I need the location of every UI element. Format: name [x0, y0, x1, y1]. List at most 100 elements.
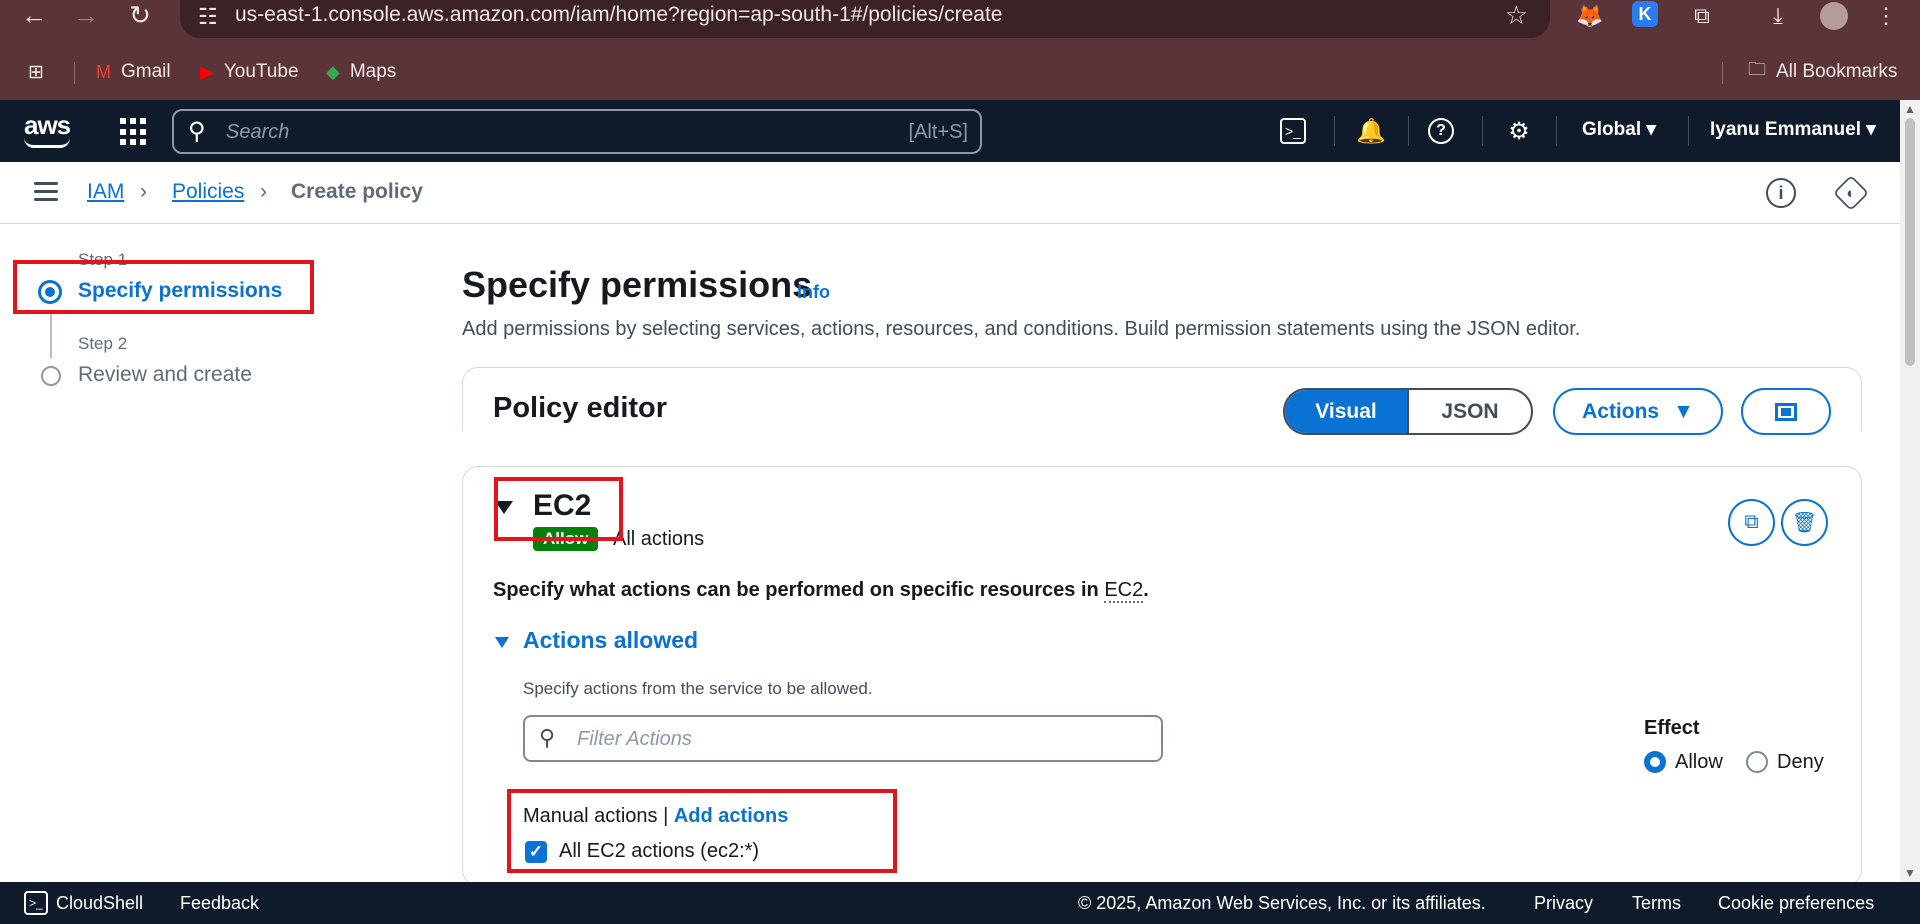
actions-allowed-header[interactable]: Actions allowed [523, 627, 698, 654]
effect-allow-radio[interactable] [1644, 751, 1666, 773]
cookie-preferences-link[interactable]: Cookie preferences [1718, 893, 1874, 914]
region-label: Global [1582, 119, 1642, 140]
notifications-bell-icon[interactable]: 🔔 [1354, 114, 1388, 148]
breadcrumb-bar: IAM › Policies › Create policy i ◐ [0, 162, 1900, 224]
caret-down-icon: ▾ [1646, 119, 1656, 140]
actions-allowed-hint: Specify actions from the service to be a… [523, 679, 873, 698]
effect-deny-radio[interactable] [1746, 751, 1768, 773]
youtube-icon: ▶ [200, 61, 214, 82]
back-arrow-icon[interactable]: ← [14, 0, 54, 30]
nav-divider [1408, 116, 1409, 146]
info-panel-icon[interactable]: i [1766, 178, 1796, 208]
aws-logo[interactable]: aws [24, 110, 71, 148]
cloudshell-link[interactable]: CloudShell [56, 893, 143, 914]
statement-summary: All actions [613, 528, 705, 550]
json-mode-button[interactable]: JSON [1407, 390, 1531, 433]
filter-actions-field[interactable]: ⚲ [523, 715, 1163, 762]
k-extension-icon[interactable]: K [1632, 1, 1658, 27]
chevron-right-icon: › [260, 180, 267, 203]
privacy-link[interactable]: Privacy [1534, 893, 1593, 914]
address-bar[interactable]: ☷ us-east-1.console.aws.amazon.com/iam/h… [180, 0, 1550, 38]
user-name: Iyanu Emmanuel [1710, 119, 1861, 140]
account-menu[interactable]: Iyanu Emmanuel ▾ [1710, 118, 1876, 141]
aws-search-box[interactable]: ⚲ Search [Alt+S] [172, 109, 982, 154]
all-bookmarks[interactable]: 🗀 All Bookmarks [1748, 58, 1897, 86]
breadcrumb-current: Create policy [291, 180, 423, 203]
info-link[interactable]: Info [797, 282, 830, 303]
fullscreen-icon [1775, 402, 1797, 421]
copyright-text: © 2025, Amazon Web Services, Inc. or its… [1078, 893, 1486, 913]
hamburger-menu-icon[interactable] [34, 182, 58, 206]
site-settings-icon[interactable]: ☷ [198, 4, 218, 30]
settings-gear-icon[interactable]: ⚙ [1502, 114, 1536, 148]
visual-mode-button[interactable]: Visual [1285, 390, 1407, 433]
highlight-ec2 [494, 477, 623, 541]
bookmark-label: Gmail [121, 61, 171, 82]
nav-divider [1334, 116, 1335, 146]
editor-mode-toggle: Visual JSON [1283, 388, 1533, 435]
policy-editor-card: Policy editor Visual JSON Actions ▼ [462, 367, 1862, 435]
effect-deny-label[interactable]: Deny [1777, 751, 1824, 774]
fullscreen-button[interactable] [1741, 388, 1831, 435]
search-shortcut: [Alt+S] [908, 121, 968, 143]
actions-dropdown-button[interactable]: Actions ▼ [1553, 388, 1723, 435]
bookmark-star-icon[interactable]: ☆ [1505, 0, 1528, 31]
bookmark-youtube[interactable]: ▶ YouTube [200, 58, 299, 86]
policy-editor-title: Policy editor [493, 392, 668, 424]
trash-icon: 🗑 [1791, 512, 1818, 534]
step-2-label: Step 2 [78, 334, 128, 353]
nav-divider [1482, 116, 1483, 146]
help-icon[interactable]: ? [1428, 118, 1454, 144]
caret-down-icon: ▼ [1673, 399, 1694, 423]
actions-button-label: Actions [1582, 399, 1660, 423]
nav-divider [1688, 116, 1689, 146]
browser-frame: ← → ↻ ☷ us-east-1.console.aws.amazon.com… [0, 0, 1920, 100]
remove-statement-button[interactable]: 🗑 [1781, 499, 1828, 546]
feedback-link[interactable]: Feedback [180, 893, 259, 914]
scroll-up-icon[interactable]: ▲ [1904, 102, 1916, 116]
caret-down-icon: ▾ [1866, 119, 1876, 140]
bookmark-maps[interactable]: ◆ Maps [326, 58, 396, 86]
step-2-title[interactable]: Review and create [78, 363, 252, 387]
bookmark-label: Maps [349, 61, 397, 82]
breadcrumb-policies[interactable]: Policies [172, 180, 244, 204]
gmail-icon: M [96, 61, 111, 82]
statement-instruction: Specify what actions can be performed on… [493, 579, 1149, 603]
duplicate-statement-button[interactable]: ⧉ [1728, 499, 1775, 546]
instruction-service: EC2 [1104, 579, 1144, 603]
filter-actions-input[interactable] [577, 725, 1137, 753]
breadcrumb-iam[interactable]: IAM [87, 180, 124, 204]
region-selector[interactable]: Global ▾ [1582, 118, 1656, 141]
actions-allowed-caret-icon[interactable] [495, 637, 509, 648]
download-icon[interactable]: ⤓ [1764, 2, 1792, 30]
profile-avatar[interactable] [1820, 2, 1848, 30]
services-grid-icon[interactable] [120, 118, 148, 146]
scroll-down-icon[interactable]: ▼ [1904, 866, 1916, 880]
forward-arrow-icon[interactable]: → [66, 0, 106, 30]
scrollbar-thumb[interactable] [1905, 118, 1915, 366]
highlight-step-1 [13, 260, 314, 314]
instruction-text: Specify what actions can be performed on… [493, 579, 1105, 601]
page-title: Specify permissions [462, 264, 813, 305]
effect-allow-label[interactable]: Allow [1675, 751, 1723, 774]
cloudshell-icon[interactable]: >_ [24, 891, 48, 915]
bookmarks-divider [1722, 62, 1723, 84]
effect-label: Effect [1644, 717, 1700, 739]
security-icon[interactable]: ◐ [1832, 174, 1870, 212]
reload-icon[interactable]: ↻ [120, 0, 160, 30]
cloudshell-icon[interactable]: >_ [1280, 118, 1306, 144]
search-icon: ⚲ [188, 118, 206, 145]
folder-icon: 🗀 [1748, 59, 1766, 79]
url-text[interactable]: us-east-1.console.aws.amazon.com/iam/hom… [235, 3, 1002, 27]
extensions-puzzle-icon[interactable]: ⧉ [1688, 2, 1716, 30]
duplicate-icon: ⧉ [1744, 511, 1759, 533]
aws-logo-text: aws [24, 110, 71, 140]
bookmark-gmail[interactable]: M Gmail [96, 58, 171, 86]
search-icon: ⚲ [539, 725, 556, 750]
page-scrollbar[interactable]: ▲ ▼ [1900, 100, 1920, 882]
browser-menu-icon[interactable]: ⋮ [1872, 2, 1900, 30]
aws-smile-icon [24, 138, 70, 148]
apps-grid-icon[interactable]: ⊞ [28, 58, 44, 86]
metamask-extension-icon[interactable]: 🦊 [1576, 2, 1604, 30]
terms-link[interactable]: Terms [1632, 893, 1681, 914]
